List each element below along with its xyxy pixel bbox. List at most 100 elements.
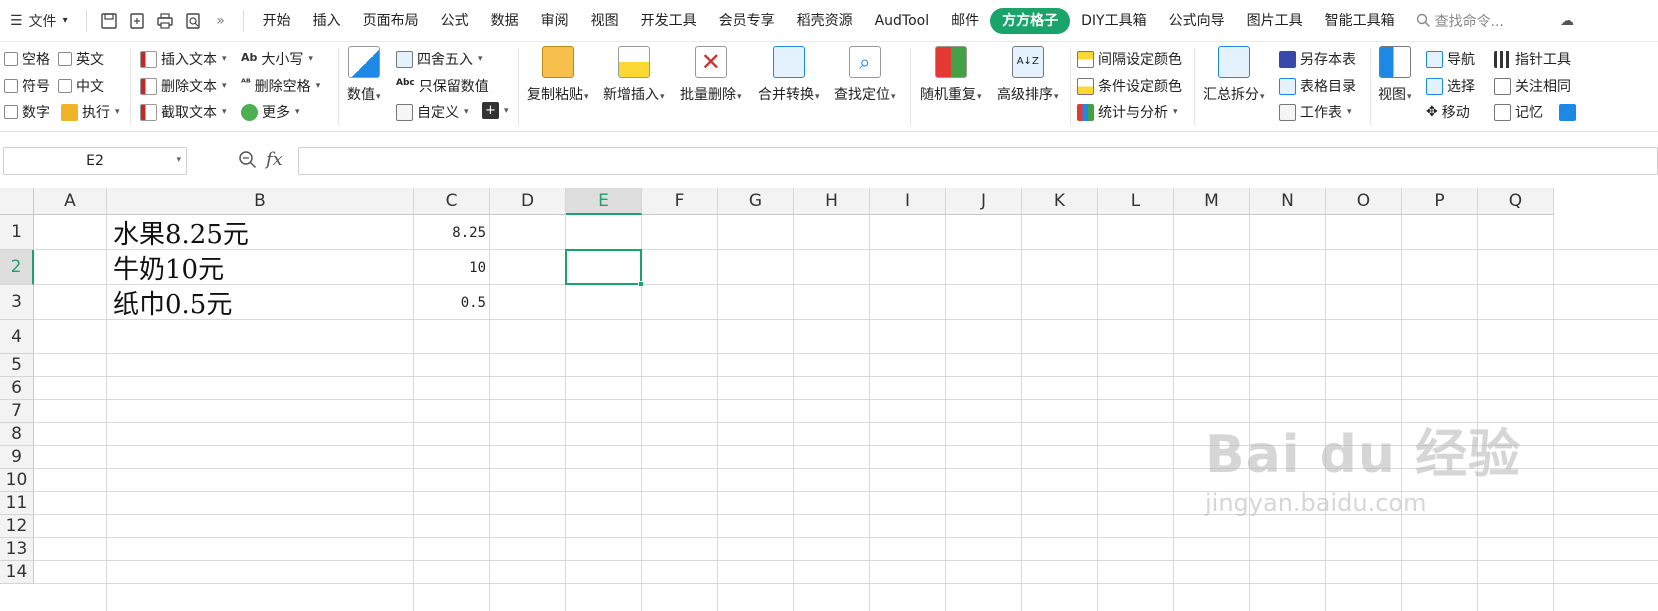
extract-text-button[interactable]: 截取文本 ▾ xyxy=(140,102,227,122)
formula-input[interactable] xyxy=(298,147,1658,175)
more-chevron-icon[interactable]: » xyxy=(211,11,231,31)
tab-11[interactable]: 邮件 xyxy=(940,8,990,34)
insert-text-button[interactable]: 插入文本 ▾ xyxy=(140,49,227,69)
fx-label[interactable]: fx xyxy=(266,149,283,170)
print-preview-icon[interactable] xyxy=(183,11,203,31)
summary-split-button[interactable]: 汇总拆分▾ xyxy=(1203,46,1265,104)
row-header-9[interactable]: 9 xyxy=(0,446,34,469)
column-header-g[interactable]: G xyxy=(718,188,794,215)
tab-15[interactable]: 图片工具 xyxy=(1236,8,1314,34)
cloud-icon[interactable]: ☁ xyxy=(1560,13,1574,29)
batch-delete-button[interactable]: ✕ 批量删除▾ xyxy=(680,46,742,104)
column-header-b[interactable]: B xyxy=(107,188,414,215)
back-arrow-icon[interactable] xyxy=(1559,103,1576,121)
focus-same-button[interactable]: 关注相同 xyxy=(1494,76,1571,96)
new-insert-button[interactable]: 新增插入▾ xyxy=(603,46,665,104)
row-header-14[interactable]: 14 xyxy=(0,561,34,584)
row-header-13[interactable]: 13 xyxy=(0,538,34,561)
column-header-d[interactable]: D xyxy=(490,188,566,215)
fill-handle[interactable] xyxy=(638,281,644,287)
checkbox-space[interactable]: 空格 xyxy=(4,49,50,69)
checkbox-box[interactable] xyxy=(4,52,18,66)
navigate-button[interactable]: 导航 xyxy=(1426,49,1475,69)
checkbox-box[interactable] xyxy=(58,52,72,66)
select-button[interactable]: 选择 xyxy=(1426,76,1475,96)
row-header-2[interactable]: 2 xyxy=(0,250,34,285)
tab-9[interactable]: 稻壳资源 xyxy=(786,8,864,34)
column-header-h[interactable]: H xyxy=(794,188,870,215)
column-header-f[interactable]: F xyxy=(642,188,718,215)
file-menu[interactable]: ☰ 文件 ▾ xyxy=(0,11,78,31)
pointer-tool-button[interactable]: 指针工具 xyxy=(1494,49,1571,69)
merge-convert-button[interactable]: 合并转换▾ xyxy=(758,46,820,104)
row-header-7[interactable]: 7 xyxy=(0,400,34,423)
column-header-o[interactable]: O xyxy=(1326,188,1402,215)
column-header-p[interactable]: P xyxy=(1402,188,1478,215)
row-header-1[interactable]: 1 xyxy=(0,215,34,250)
checkbox-chinese[interactable]: 中文 xyxy=(58,76,104,96)
tab-5[interactable]: 审阅 xyxy=(530,8,580,34)
column-header-j[interactable]: J xyxy=(946,188,1022,215)
zoom-icon[interactable] xyxy=(238,150,258,170)
round-button[interactable]: 四舍五入 ▾ xyxy=(396,49,483,69)
worksheet-button[interactable]: 工作表 ▾ xyxy=(1279,102,1352,122)
tab-8[interactable]: 会员专享 xyxy=(708,8,786,34)
column-header-c[interactable]: C xyxy=(414,188,490,215)
row-header-5[interactable]: 5 xyxy=(0,354,34,377)
checkbox-symbol[interactable]: 符号 xyxy=(4,76,50,96)
command-search[interactable]: 查找命令... xyxy=(1416,11,1504,31)
stats-analysis-button[interactable]: 统计与分析 ▾ xyxy=(1077,102,1178,122)
save-icon[interactable] xyxy=(99,11,119,31)
name-box[interactable]: E2 ▾ xyxy=(3,147,187,175)
delete-text-button[interactable]: 删除文本 ▾ xyxy=(140,76,227,96)
checkbox-box[interactable] xyxy=(4,79,18,93)
checkbox-number[interactable]: 数字 xyxy=(4,102,50,122)
tab-0[interactable]: 开始 xyxy=(252,8,302,34)
execute-button[interactable]: 执行 ▾ xyxy=(61,102,120,122)
view-button[interactable]: 视图▾ xyxy=(1378,46,1412,104)
column-header-k[interactable]: K xyxy=(1022,188,1098,215)
row-header-11[interactable]: 11 xyxy=(0,492,34,515)
tab-4[interactable]: 数据 xyxy=(480,8,530,34)
print-icon[interactable] xyxy=(155,11,175,31)
column-header-i[interactable]: I xyxy=(870,188,946,215)
find-locate-button[interactable]: ⌕ 查找定位▾ xyxy=(834,46,896,104)
column-header-q[interactable]: Q xyxy=(1478,188,1554,215)
tab-14[interactable]: 公式向导 xyxy=(1158,8,1236,34)
more-button[interactable]: 更多 ▾ xyxy=(241,102,300,122)
row-header-12[interactable]: 12 xyxy=(0,515,34,538)
tab-2[interactable]: 页面布局 xyxy=(352,8,430,34)
row-header-6[interactable]: 6 xyxy=(0,377,34,400)
column-header-a[interactable]: A xyxy=(34,188,107,215)
move-button[interactable]: ✥ 移动 xyxy=(1426,102,1470,122)
tab-12[interactable]: 方方格子 xyxy=(990,7,1071,34)
sheet-index-button[interactable]: 表格目录 xyxy=(1279,76,1356,96)
row-header-8[interactable]: 8 xyxy=(0,423,34,446)
cell-c2[interactable]: 10 xyxy=(414,250,490,285)
column-header-l[interactable]: L xyxy=(1098,188,1174,215)
checkbox-box[interactable] xyxy=(4,105,18,119)
random-repeat-button[interactable]: 随机重复▾ xyxy=(920,46,982,104)
cell-b3[interactable]: 纸巾0.5元 xyxy=(107,285,414,320)
keep-value-button[interactable]: Abc 只保留数值 xyxy=(396,76,489,96)
interval-color-button[interactable]: 间隔设定颜色 xyxy=(1077,49,1182,69)
column-header-n[interactable]: N xyxy=(1250,188,1326,215)
tab-3[interactable]: 公式 xyxy=(430,8,480,34)
cell-b2[interactable]: 牛奶10元 xyxy=(107,250,414,285)
select-all-corner[interactable] xyxy=(0,188,34,215)
tab-13[interactable]: DIY工具箱 xyxy=(1070,8,1157,34)
cell-c1[interactable]: 8.25 xyxy=(414,215,490,250)
active-cell-selection[interactable] xyxy=(565,249,642,285)
checkbox-box[interactable] xyxy=(58,79,72,93)
checkbox-english[interactable]: 英文 xyxy=(58,49,104,69)
cell-b1[interactable]: 水果8.25元 xyxy=(107,215,414,250)
tab-7[interactable]: 开发工具 xyxy=(630,8,708,34)
tab-6[interactable]: 视图 xyxy=(580,8,630,34)
value-button[interactable]: 数值▾ xyxy=(347,46,381,104)
case-button[interactable]: Ab 大小写 ▾ xyxy=(241,49,313,69)
save-sheet-button[interactable]: 另存本表 xyxy=(1279,49,1356,69)
row-header-4[interactable]: 4 xyxy=(0,320,34,354)
delete-space-button[interactable]: ᴬᴮ 删除空格 ▾ xyxy=(241,76,320,96)
add-button[interactable]: + ▾ xyxy=(482,102,509,119)
tab-10[interactable]: AudTool xyxy=(864,8,941,34)
